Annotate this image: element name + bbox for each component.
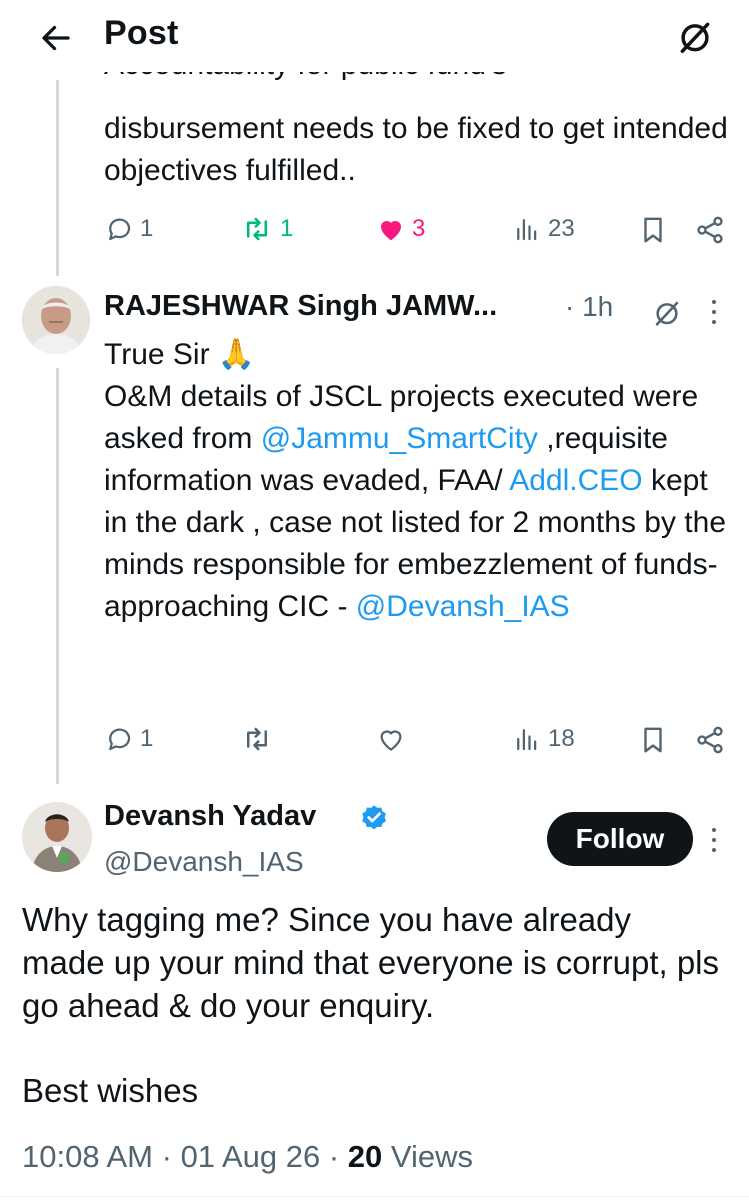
divider bbox=[0, 1196, 749, 1197]
tweet-text: disbursement needs to be fixed to get in… bbox=[104, 112, 728, 187]
share-button[interactable] bbox=[694, 724, 726, 756]
author-handle[interactable]: @Devansh_IAS bbox=[104, 846, 304, 878]
grok-icon[interactable] bbox=[651, 297, 683, 329]
author-name[interactable]: Devansh Yadav bbox=[104, 800, 316, 833]
share-icon bbox=[697, 216, 723, 244]
grok-icon[interactable] bbox=[676, 18, 714, 56]
meta-separator: · bbox=[161, 1139, 172, 1174]
views-count: 20 bbox=[347, 1139, 383, 1174]
tweet-meta: 10:08 AM · 01 Aug 26 · 20 Views bbox=[22, 1139, 473, 1175]
mention-link[interactable]: @Jammu_SmartCity bbox=[261, 422, 538, 455]
views-label: Views bbox=[390, 1139, 474, 1174]
post-time: · 1h bbox=[565, 291, 613, 323]
author-name[interactable]: RAJESHWAR Singh JAMW... bbox=[104, 290, 497, 323]
repost-button[interactable] bbox=[240, 724, 274, 754]
view-count: 23 bbox=[548, 215, 575, 242]
repost-button[interactable]: 1 bbox=[240, 214, 293, 244]
url-link[interactable]: Addl.CEO bbox=[509, 464, 642, 497]
tweet-actions: 1 1 3 23 bbox=[104, 214, 728, 250]
thread-connector bbox=[56, 80, 59, 276]
repost-icon bbox=[247, 727, 267, 751]
repost-count: 1 bbox=[280, 215, 294, 242]
share-icon bbox=[697, 726, 723, 754]
avatar-photo bbox=[22, 286, 90, 354]
avatar[interactable] bbox=[22, 802, 92, 872]
views-button[interactable]: 23 bbox=[512, 214, 575, 244]
tweet-text: Why tagging me? Since you have already m… bbox=[22, 901, 720, 1024]
top-bar: Post bbox=[0, 0, 749, 72]
bookmark-button[interactable] bbox=[638, 724, 668, 756]
mention-link[interactable]: @Devansh_IAS bbox=[356, 590, 570, 623]
tweet-text-line: True Sir 🙏 bbox=[104, 338, 256, 371]
tweet-sign-off: Best wishes bbox=[22, 1072, 199, 1109]
repost-icon bbox=[247, 217, 267, 241]
reply-count: 1 bbox=[140, 215, 154, 242]
more-options-icon[interactable] bbox=[709, 826, 719, 854]
more-options-icon[interactable] bbox=[709, 298, 719, 326]
bookmark-icon bbox=[644, 727, 662, 753]
tweet-text: True Sir 🙏 O&M details of JSCL projects … bbox=[104, 334, 734, 628]
like-button[interactable]: 3 bbox=[376, 214, 425, 244]
analytics-icon bbox=[517, 729, 537, 751]
like-button[interactable] bbox=[376, 724, 406, 754]
share-button[interactable] bbox=[694, 214, 726, 246]
page-title: Post bbox=[104, 14, 179, 52]
reply-icon bbox=[109, 218, 131, 241]
reply-count: 1 bbox=[140, 725, 154, 752]
reply-icon bbox=[109, 728, 131, 751]
verified-badge-icon bbox=[362, 805, 386, 830]
avatar[interactable] bbox=[22, 286, 90, 354]
analytics-icon bbox=[517, 219, 537, 241]
meta-separator: · bbox=[565, 291, 583, 322]
bookmark-icon bbox=[644, 217, 662, 243]
view-count: 18 bbox=[548, 725, 575, 752]
meta-separator: · bbox=[328, 1139, 340, 1174]
reply-button[interactable]: 1 bbox=[104, 724, 153, 754]
arrow-left-icon[interactable] bbox=[38, 20, 74, 56]
tweet-date[interactable]: 01 Aug 26 bbox=[181, 1139, 321, 1174]
tweet-text-partial: Accountability for public fund's bbox=[104, 68, 744, 102]
reply-button[interactable]: 1 bbox=[104, 214, 153, 244]
follow-button[interactable]: Follow bbox=[547, 812, 693, 866]
tweet-time[interactable]: 10:08 AM bbox=[22, 1139, 153, 1174]
avatar-photo bbox=[22, 802, 92, 872]
heart-icon bbox=[380, 730, 402, 751]
heart-filled-icon bbox=[381, 221, 401, 241]
tweet-actions: 1 18 bbox=[104, 724, 728, 760]
thread-connector bbox=[56, 368, 59, 784]
time-label: 1h bbox=[582, 291, 614, 322]
views-button[interactable]: 18 bbox=[512, 724, 575, 754]
like-count: 3 bbox=[412, 215, 426, 242]
bookmark-button[interactable] bbox=[638, 214, 668, 246]
